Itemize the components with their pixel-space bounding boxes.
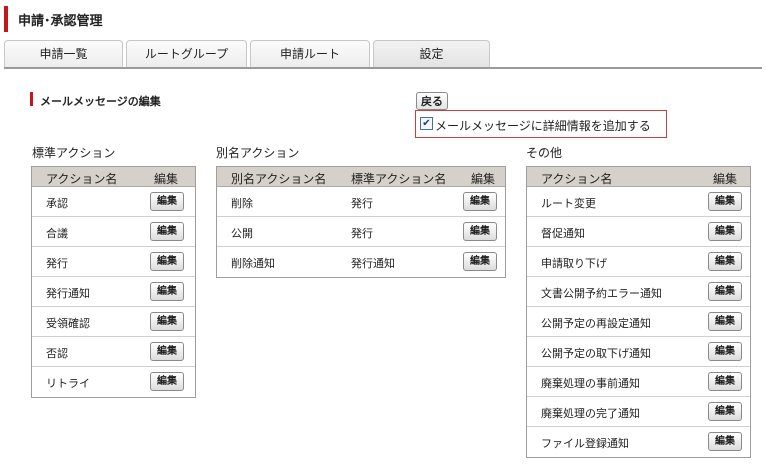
table-row: 督促通知 編集 — [527, 217, 750, 247]
tab-baseline-divider — [4, 67, 762, 69]
table-row: 削除通知 発行通知 編集 — [217, 247, 505, 277]
table-row: ルート変更 編集 — [527, 187, 750, 217]
edit-button[interactable]: 編集 — [150, 252, 184, 271]
detail-option-highlight: ✔ メールメッセージに詳細情報を追加する — [415, 110, 667, 138]
add-detail-checkbox[interactable]: ✔ — [420, 117, 433, 130]
action-name: 公開予定の取下げ通知 — [541, 347, 651, 360]
action-name: 廃棄処理の完了通知 — [541, 407, 640, 420]
section-title: メールメッセージの編集 — [40, 95, 161, 108]
column-header-standard-name: 標準アクション名 — [351, 172, 447, 186]
edit-button[interactable]: 編集 — [150, 342, 184, 361]
edit-button[interactable]: 編集 — [150, 192, 184, 211]
action-name: 申請取り下げ — [541, 257, 607, 270]
tab-settings[interactable]: 設定 — [373, 40, 490, 68]
edit-button[interactable]: 編集 — [708, 252, 742, 271]
alias-name: 削除 — [231, 197, 253, 210]
action-name: 発行 — [46, 257, 68, 270]
table-row: 発行通知 編集 — [32, 277, 195, 307]
action-name: 受領確認 — [46, 317, 90, 330]
action-name: 文書公開予約エラー通知 — [541, 287, 662, 300]
table-row: 受領確認 編集 — [32, 307, 195, 337]
edit-button[interactable]: 編集 — [708, 312, 742, 331]
edit-button[interactable]: 編集 — [463, 222, 497, 241]
edit-button[interactable]: 編集 — [708, 372, 742, 391]
column-header-action-name: アクション名 — [541, 172, 613, 186]
action-name: 督促通知 — [541, 227, 585, 240]
table-row: リトライ 編集 — [32, 367, 195, 397]
edit-button[interactable]: 編集 — [708, 402, 742, 421]
action-name: ファイル登録通知 — [541, 437, 629, 450]
edit-button[interactable]: 編集 — [150, 222, 184, 241]
alias-actions-table: 別名アクション名 標準アクション名 編集 削除 発行 編集 公開 発行 編集 削除通知発… — [216, 166, 506, 278]
table-row: 承認 編集 — [32, 187, 195, 217]
table-row: 削除 発行 編集 — [217, 187, 505, 217]
column-header-edit: 編集 — [471, 172, 496, 186]
other-actions-table: アクション名 編集 ルート変更 編集 督促通知 編集 申請取り下げ 編集 文書公開予約… — [526, 166, 751, 458]
edit-button[interactable]: 編集 — [708, 222, 742, 241]
action-name: 公開予定の再設定通知 — [541, 317, 651, 330]
table-header: アクション名 編集 — [32, 167, 195, 187]
column-header-alias-name: 別名アクション名 — [231, 172, 327, 186]
edit-button[interactable]: 編集 — [150, 372, 184, 391]
edit-button[interactable]: 編集 — [150, 282, 184, 301]
other-actions-title: その他 — [526, 146, 563, 160]
tab-application-route[interactable]: 申請ルート — [250, 40, 370, 68]
edit-button[interactable]: 編集 — [708, 192, 742, 211]
alias-name: 削除通知 — [231, 257, 275, 270]
action-name: リトライ — [46, 377, 90, 390]
tab-application-list[interactable]: 申請一覧 — [4, 40, 123, 68]
tab-route-group[interactable]: ルートグループ — [126, 40, 247, 68]
standard-actions-title: 標準アクション — [32, 146, 116, 160]
edit-button[interactable]: 編集 — [708, 282, 742, 301]
standard-action-name: 発行通知 — [351, 257, 395, 270]
section-accent-bar — [30, 92, 33, 106]
table-row: 公開 発行 編集 — [217, 217, 505, 247]
table-row: 廃棄処理の事前通知 編集 — [527, 367, 750, 397]
action-name: 承認 — [46, 197, 68, 210]
action-name: 否認 — [46, 347, 68, 360]
table-row: 公開予定の再設定通知 編集 — [527, 307, 750, 337]
column-header-action-name: アクション名 — [46, 172, 118, 186]
tab-bar: 申請一覧 ルートグループ 申請ルート 設定 — [4, 38, 764, 68]
standard-actions-table: アクション名 編集 承認 編集 合議 編集 発行 編集 発行通知 編集 受領確認 編集 否… — [31, 166, 196, 398]
table-row: ファイル登録通知 編集 — [527, 427, 750, 457]
add-detail-label[interactable]: メールメッセージに詳細情報を追加する — [435, 117, 651, 134]
alias-name: 公開 — [231, 227, 253, 240]
table-row: 申請取り下げ 編集 — [527, 247, 750, 277]
table-header: アクション名 編集 — [527, 167, 750, 187]
edit-button[interactable]: 編集 — [150, 312, 184, 331]
column-header-edit: 編集 — [154, 172, 179, 186]
standard-action-name: 発行 — [351, 227, 373, 240]
header-accent-bar — [4, 6, 8, 32]
action-name: ルート変更 — [541, 197, 596, 210]
table-header: 別名アクション名 標準アクション名 編集 — [217, 167, 505, 187]
table-row: 文書公開予約エラー通知 編集 — [527, 277, 750, 307]
standard-action-name: 発行 — [351, 197, 373, 210]
action-name: 廃棄処理の事前通知 — [541, 377, 640, 390]
edit-button[interactable]: 編集 — [708, 342, 742, 361]
action-name: 発行通知 — [46, 287, 90, 300]
edit-button[interactable]: 編集 — [463, 192, 497, 211]
page-header: 申請･承認管理 — [0, 0, 766, 38]
table-row: 廃棄処理の完了通知 編集 — [527, 397, 750, 427]
page-title: 申請･承認管理 — [18, 14, 103, 29]
table-row: 発行 編集 — [32, 247, 195, 277]
table-row: 公開予定の取下げ通知 編集 — [527, 337, 750, 367]
alias-actions-title: 別名アクション — [216, 146, 300, 160]
table-row: 合議 編集 — [32, 217, 195, 247]
back-button[interactable]: 戻る — [416, 92, 448, 110]
table-row: 否認 編集 — [32, 337, 195, 367]
edit-button[interactable]: 編集 — [708, 432, 742, 451]
edit-button[interactable]: 編集 — [463, 252, 497, 271]
column-header-edit: 編集 — [713, 172, 738, 186]
action-name: 合議 — [46, 227, 68, 240]
